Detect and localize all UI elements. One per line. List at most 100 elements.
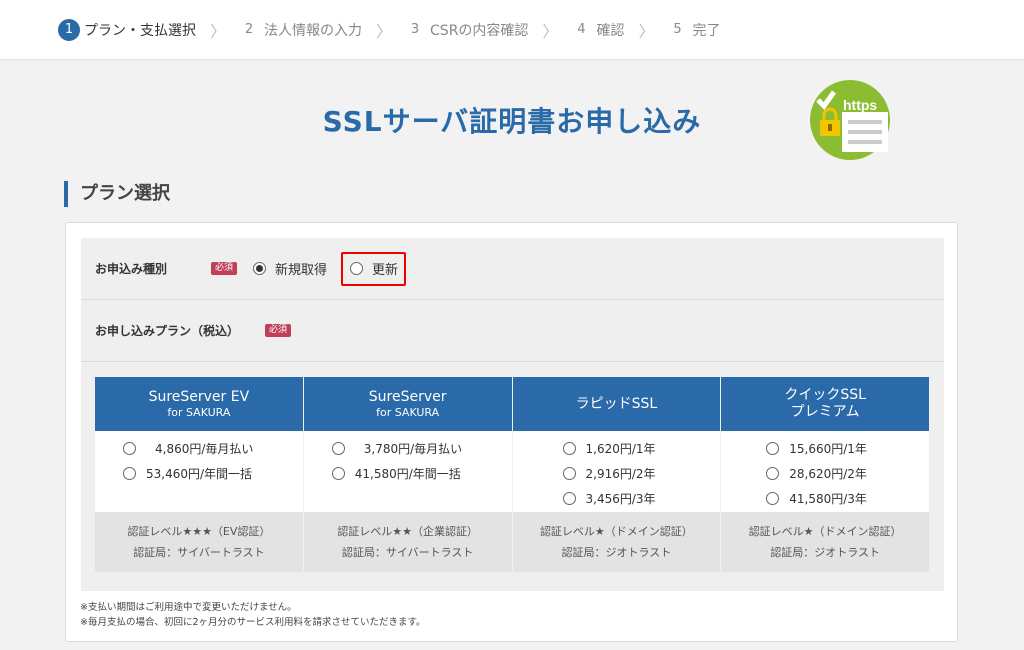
certificate-authority: 認証局：サイバートラスト <box>341 546 474 559</box>
step-4-number: 4 <box>577 21 586 37</box>
plan-name: ラピッドSSL <box>575 395 658 412</box>
plans-grid: SureServer EV for SAKURA 4,860円/毎月払い 53,… <box>95 377 929 572</box>
plan-options: 4,860円/毎月払い 53,460円/年間一括 <box>95 431 303 512</box>
plan-header: SureServer for SAKURA <box>303 377 512 431</box>
plan-option[interactable]: 2,916円/2年 <box>562 461 721 486</box>
plan-footer: 認証レベル★（ドメイン認証） 認証局：ジオトラスト <box>512 512 721 572</box>
new-acquisition-label: 新規取得 <box>275 263 328 278</box>
auth-level: 認証レベル★（ドメイン認証） <box>539 525 693 538</box>
plan-option-radio[interactable] <box>123 442 136 455</box>
plan-option[interactable]: 4,860円/毎月払い <box>123 436 303 461</box>
plan-subtitle: for SAKURA <box>376 405 440 419</box>
renewal-label: 更新 <box>372 263 399 278</box>
application-type-label: お申込み種別 <box>95 262 168 276</box>
step-5-number: 5 <box>673 21 682 37</box>
plan-label: お申し込みプラン（税込） <box>95 324 240 338</box>
plan-quick-ssl-premium: クイックSSL プレミアム 15,660円/1年 28,620円/2年 41,5… <box>721 377 929 572</box>
plan-option-label: 15,660円/1年 <box>789 442 867 456</box>
step-4: 4 確認 <box>570 19 624 41</box>
plan-option[interactable]: 41,580円/年間一括 <box>331 461 512 486</box>
plan-header: SureServer EV for SAKURA <box>95 377 303 431</box>
plan-options: 3,780円/毎月払い 41,580円/年間一括 <box>303 431 512 512</box>
plan-option[interactable]: 28,620円/2年 <box>766 461 929 486</box>
progress-stepper: 1 プラン・支払選択 〉 2 法人情報の入力 〉 3 CSRの内容確認 〉 4 … <box>0 0 1024 60</box>
plan-footer: 認証レベル★★（企業認証） 認証局：サイバートラスト <box>303 512 512 572</box>
plan-option-radio[interactable] <box>766 467 780 480</box>
auth-level: 認証レベル★★★（EV認証） <box>127 525 271 538</box>
certificate-authority: 認証局：ジオトラスト <box>770 546 881 559</box>
step-1-number: 1 <box>58 18 80 41</box>
required-badge: 必須 <box>211 262 238 275</box>
form-panel: お申込み種別 必須 新規取得 更新 お申し込みプラン（税込） 必須 SureSe… <box>81 238 944 591</box>
step-3-label: CSRの内容確認 <box>430 22 529 39</box>
step-5: 5 完了 <box>666 19 720 41</box>
chevron-right-icon: 〉 <box>638 21 655 41</box>
plan-option-label: 41,580円/3年 <box>789 492 867 506</box>
new-acquisition-radio[interactable] <box>253 262 267 275</box>
plan-option-radio[interactable] <box>562 492 576 505</box>
plan-option-radio[interactable] <box>331 442 345 455</box>
chevron-right-icon: 〉 <box>542 21 559 41</box>
step-1: 1 プラン・支払選択 <box>58 18 196 41</box>
plan-option-radio[interactable] <box>766 442 780 455</box>
plan-option[interactable]: 53,460円/年間一括 <box>123 461 303 486</box>
renewal-radio[interactable] <box>350 262 364 275</box>
plan-name: SureServer <box>368 388 447 405</box>
https-lock-icon: https <box>810 80 890 160</box>
plan-options: 15,660円/1年 28,620円/2年 41,580円/3年 <box>721 431 929 512</box>
plan-option[interactable]: 15,660円/1年 <box>766 436 929 461</box>
required-badge: 必須 <box>265 324 292 337</box>
plan-option-radio[interactable] <box>331 467 345 480</box>
plan-sureserver: SureServer for SAKURA 3,780円/毎月払い 41,580… <box>303 377 512 572</box>
step-3: 3 CSRの内容確認 <box>404 19 529 41</box>
plan-option-radio[interactable] <box>123 467 136 480</box>
certificate-authority: 認証局：ジオトラスト <box>561 546 672 559</box>
plan-selection-card: お申込み種別 必須 新規取得 更新 お申し込みプラン（税込） 必須 SureSe… <box>65 222 958 642</box>
plan-subtitle: for SAKURA <box>167 405 231 419</box>
plan-name: クイックSSL <box>784 387 866 403</box>
plan-options: 1,620円/1年 2,916円/2年 3,456円/3年 <box>512 431 721 512</box>
chevron-right-icon: 〉 <box>376 21 393 41</box>
step-2: 2 法人情報の入力 <box>238 19 362 41</box>
step-2-label: 法人情報の入力 <box>264 22 363 39</box>
plan-option[interactable]: 1,620円/1年 <box>562 436 721 461</box>
notes: ※支払い期間はご利用途中で変更いただけません。 ※毎月支払の場合、初回に2ヶ月分… <box>80 600 426 630</box>
plan-label-row: お申し込みプラン（税込） 必須 <box>81 300 944 362</box>
plan-option-label: 41,580円/年間一括 <box>354 467 461 481</box>
chevron-right-icon: 〉 <box>210 21 227 41</box>
plan-option-label: 1,620円/1年 <box>585 442 656 456</box>
section-heading: プラン選択 <box>64 181 170 207</box>
plan-rapid-ssl: ラピッドSSL 1,620円/1年 2,916円/2年 3,456円/3年 認証… <box>512 377 721 572</box>
plan-option-label: 2,916円/2年 <box>585 467 656 481</box>
plan-option-radio[interactable] <box>562 467 576 480</box>
plan-sureserver-ev: SureServer EV for SAKURA 4,860円/毎月払い 53,… <box>95 377 303 572</box>
plan-option-radio[interactable] <box>766 492 780 505</box>
auth-level: 認証レベル★（ドメイン認証） <box>748 525 902 538</box>
plan-option-radio[interactable] <box>562 442 576 455</box>
step-3-number: 3 <box>410 21 420 37</box>
plan-option[interactable]: 3,456円/3年 <box>562 486 721 511</box>
plan-option-label: 3,456円/3年 <box>585 492 656 506</box>
application-type-row: お申込み種別 必須 新規取得 更新 <box>81 238 944 300</box>
plan-footer: 認証レベル★（ドメイン認証） 認証局：ジオトラスト <box>721 512 929 572</box>
step-4-label: 確認 <box>596 22 625 39</box>
renewal-radio-option[interactable]: 更新 <box>341 251 407 286</box>
https-badge-text: https <box>843 97 877 113</box>
auth-level: 認証レベル★★（企業認証） <box>337 525 478 538</box>
note-monthly-billing: ※毎月支払の場合、初回に2ヶ月分のサービス利用料を請求させていただきます。 <box>80 617 426 628</box>
step-2-number: 2 <box>244 21 254 37</box>
plan-header: クイックSSL プレミアム <box>721 377 929 431</box>
step-1-label: プラン・支払選択 <box>84 22 196 39</box>
plan-header: ラピッドSSL <box>512 377 721 431</box>
step-5-label: 完了 <box>692 22 721 39</box>
plan-option[interactable]: 41,580円/3年 <box>766 486 929 511</box>
plan-option-label: 28,620円/2年 <box>789 467 867 481</box>
plan-option-label: 3,780円/毎月払い <box>363 442 463 456</box>
plan-option-label: 4,860円/毎月払い <box>155 442 254 456</box>
note-payment-period: ※支払い期間はご利用途中で変更いただけません。 <box>80 602 297 613</box>
new-acquisition-radio-option[interactable]: 新規取得 <box>253 259 327 278</box>
plan-subtitle: プレミアム <box>790 404 860 420</box>
plan-name: SureServer EV <box>148 388 250 405</box>
plan-option[interactable]: 3,780円/毎月払い <box>331 436 512 461</box>
plan-footer: 認証レベル★★★（EV認証） 認証局：サイバートラスト <box>95 512 303 572</box>
